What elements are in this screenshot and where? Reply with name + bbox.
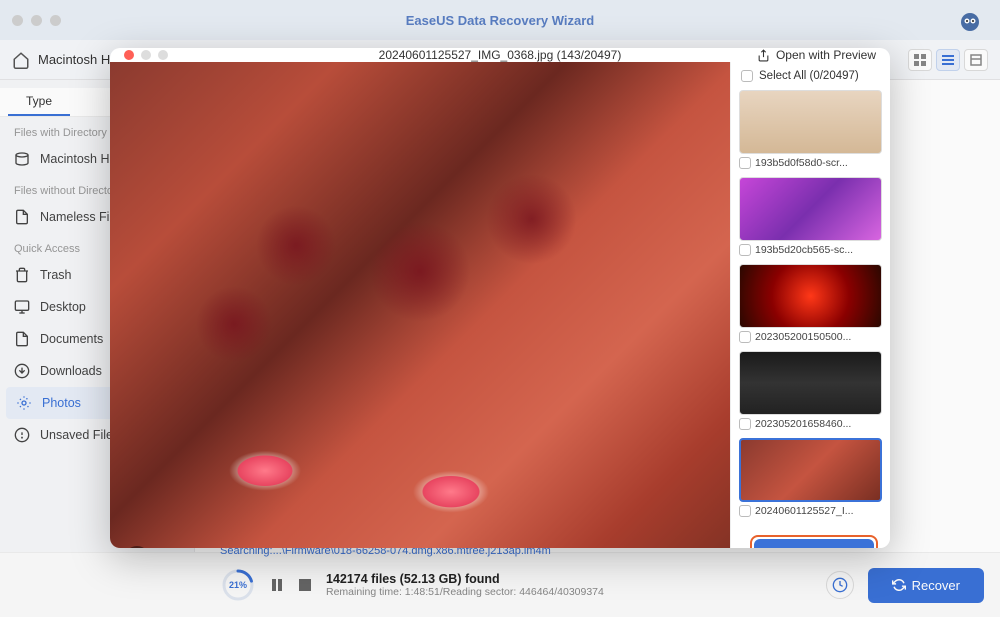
modal-header: 20240601125527_IMG_0368.jpg (143/20497) … xyxy=(110,48,890,62)
open-preview-label: Open with Preview xyxy=(776,48,876,62)
thumbnail-caption: 193b5d20cb565-sc... xyxy=(755,244,882,256)
preview-modal: 20240601125527_IMG_0368.jpg (143/20497) … xyxy=(110,48,890,548)
modal-window-controls[interactable] xyxy=(124,50,168,60)
thumbnail-pane: Select All (0/20497) 193b5d0f58d0-scr...… xyxy=(730,62,890,548)
thumbnail-caption: 202305201658460... xyxy=(755,418,882,430)
share-icon xyxy=(757,49,770,62)
thumbnail-item[interactable]: 20240601125527_I... xyxy=(739,438,882,517)
thumbnail-checkbox[interactable] xyxy=(739,157,751,169)
modal-title: 20240601125527_IMG_0368.jpg (143/20497) xyxy=(379,48,622,62)
thumbnail-caption: 193b5d0f58d0-scr... xyxy=(755,157,882,169)
select-all-checkbox[interactable] xyxy=(741,70,753,82)
modal-footer: Recover xyxy=(731,525,890,548)
preview-image xyxy=(110,62,730,548)
select-all-label: Select All (0/20497) xyxy=(759,70,859,82)
close-modal-icon[interactable] xyxy=(124,50,134,60)
thumbnail-caption: 202305200150500... xyxy=(755,331,882,343)
thumbnail-item[interactable]: 193b5d20cb565-sc... xyxy=(739,177,882,256)
thumbnail-checkbox[interactable] xyxy=(739,505,751,517)
thumbnail-checkbox[interactable] xyxy=(739,331,751,343)
thumbnail-checkbox[interactable] xyxy=(739,244,751,256)
preview-pane xyxy=(110,62,730,548)
maximize-modal-icon[interactable] xyxy=(158,50,168,60)
thumbnail-image[interactable] xyxy=(739,90,882,154)
minimize-modal-icon[interactable] xyxy=(141,50,151,60)
thumbnail-checkbox[interactable] xyxy=(739,418,751,430)
thumbnail-image-selected[interactable] xyxy=(739,438,882,502)
thumbnail-item[interactable]: 193b5d0f58d0-scr... xyxy=(739,90,882,169)
thumbnail-image[interactable] xyxy=(739,264,882,328)
thumbnail-list[interactable]: 193b5d0f58d0-scr... 193b5d20cb565-sc... … xyxy=(731,90,890,525)
select-all-row[interactable]: Select All (0/20497) xyxy=(731,62,890,90)
thumbnail-item[interactable]: 202305200150500... xyxy=(739,264,882,343)
modal-recover-button[interactable]: Recover xyxy=(754,539,874,548)
thumbnail-image[interactable] xyxy=(739,351,882,415)
recover-highlight: Recover xyxy=(750,535,878,548)
thumbnail-caption: 20240601125527_I... xyxy=(755,505,882,517)
preview-modal-backdrop: 20240601125527_IMG_0368.jpg (143/20497) … xyxy=(0,0,1000,617)
thumbnail-item[interactable]: 202305201658460... xyxy=(739,351,882,430)
modal-body: Select All (0/20497) 193b5d0f58d0-scr...… xyxy=(110,62,890,548)
thumbnail-image[interactable] xyxy=(739,177,882,241)
open-with-preview-button[interactable]: Open with Preview xyxy=(757,48,876,62)
